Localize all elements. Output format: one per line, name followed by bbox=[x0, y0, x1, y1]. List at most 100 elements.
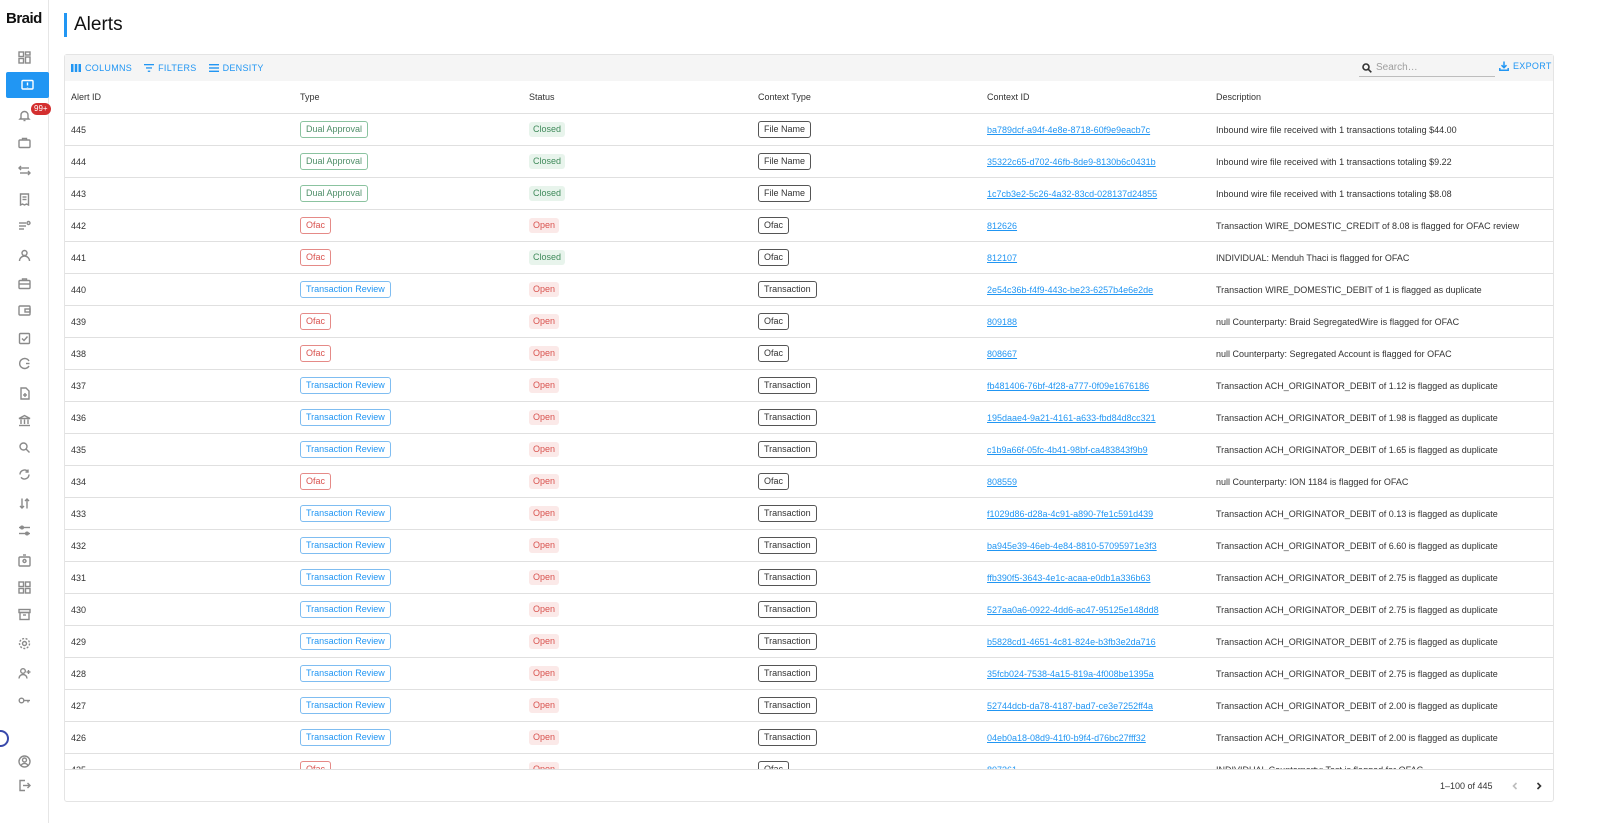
cell-status: Open bbox=[529, 690, 560, 721]
sidebar-item-sort[interactable] bbox=[0, 490, 48, 516]
sidebar-item-transfer[interactable] bbox=[0, 157, 48, 183]
previous-page-button[interactable] bbox=[1508, 779, 1522, 793]
context-id-link[interactable]: 52744dcb-da78-4187-bad7-ce3e7252ff4a bbox=[987, 701, 1153, 711]
search-input[interactable] bbox=[1376, 62, 1486, 73]
context-type-chip: Transaction bbox=[758, 633, 817, 650]
sidebar-item-logout[interactable] bbox=[0, 772, 48, 798]
sidebar-item-receipt[interactable] bbox=[0, 186, 48, 212]
table-row[interactable]: 438 Ofac Open Ofac 808667 null Counterparty: … bbox=[65, 338, 1553, 370]
table-row[interactable]: 444 Dual Approval Closed File Name 35322c65-… bbox=[65, 146, 1553, 178]
column-header-description[interactable]: Description bbox=[1216, 81, 1261, 114]
logout-icon bbox=[18, 779, 31, 791]
column-header-alert-id[interactable]: Alert ID bbox=[71, 81, 101, 114]
sidebar-item-key[interactable] bbox=[0, 687, 48, 713]
sidebar-item-gear[interactable] bbox=[0, 630, 48, 656]
alerts-icon bbox=[21, 79, 34, 90]
cell-status: Open bbox=[529, 626, 560, 657]
status-badge: Open bbox=[529, 634, 560, 649]
table-row[interactable]: 425 Ofac Open Ofac 807361 INDIVIDUAL Counterp… bbox=[65, 754, 1553, 769]
context-id-link[interactable]: fb481406-76bf-4f28-a777-0f09e1676186 bbox=[987, 381, 1149, 391]
table-row[interactable]: 443 Dual Approval Closed File Name 1c7cb3e2-… bbox=[65, 178, 1553, 210]
cell-type: Transaction Review bbox=[300, 594, 391, 625]
table-row[interactable]: 427 Transaction Review Open Transaction 5274… bbox=[65, 690, 1553, 722]
table-row[interactable]: 445 Dual Approval Closed File Name ba789dcf-… bbox=[65, 114, 1553, 146]
sidebar-item-account[interactable] bbox=[0, 748, 48, 774]
context-id-link[interactable]: 1c7cb3e2-5c26-4a32-83cd-028137d24855 bbox=[987, 189, 1157, 199]
alert-id: 440 bbox=[71, 284, 87, 295]
page-header: Alerts bbox=[64, 13, 123, 37]
table-row[interactable]: 429 Transaction Review Open Transaction b582… bbox=[65, 626, 1553, 658]
sidebar-item-user[interactable] bbox=[0, 242, 48, 268]
sidebar-item-dashboard[interactable] bbox=[0, 44, 48, 70]
context-id-link[interactable]: 527aa0a6-0922-4dd6-ac47-95125e148dd8 bbox=[987, 605, 1159, 615]
alert-id: 438 bbox=[71, 348, 87, 359]
density-label: DENSITY bbox=[222, 63, 264, 73]
column-header-type[interactable]: Type bbox=[300, 81, 320, 114]
column-header-context-type[interactable]: Context Type bbox=[758, 81, 811, 114]
table-row[interactable]: 434 Ofac Open Ofac 808559 null Counterparty: … bbox=[65, 466, 1553, 498]
table-row[interactable]: 441 Ofac Closed Ofac 812107 INDIVIDUAL: Mendu… bbox=[65, 242, 1553, 274]
sidebar-item-sync[interactable] bbox=[0, 350, 48, 376]
context-id-link[interactable]: 808559 bbox=[987, 477, 1017, 487]
context-id-link[interactable]: 812107 bbox=[987, 253, 1017, 263]
column-header-status[interactable]: Status bbox=[529, 81, 555, 114]
sidebar-item-archive[interactable] bbox=[0, 601, 48, 627]
context-id-link[interactable]: ba789dcf-a94f-4e8e-8718-60f9e9eacb7c bbox=[987, 125, 1150, 135]
table-row[interactable]: 433 Transaction Review Open Transaction f102… bbox=[65, 498, 1553, 530]
sidebar-item-wallet[interactable] bbox=[0, 297, 48, 323]
context-id-link[interactable]: 04eb0a18-08d9-41f0-b9f4-d76bc27fff32 bbox=[987, 733, 1146, 743]
table-row[interactable]: 440 Transaction Review Open Transaction 2e54… bbox=[65, 274, 1553, 306]
table-row[interactable]: 437 Transaction Review Open Transaction fb48… bbox=[65, 370, 1553, 402]
sidebar-item-file-add[interactable] bbox=[0, 380, 48, 406]
context-id-link[interactable]: 812626 bbox=[987, 221, 1017, 231]
sidebar-item-id-card[interactable] bbox=[0, 547, 48, 573]
context-id-link[interactable]: c1b9a66f-05fc-4b41-98bf-ca483843f9b9 bbox=[987, 445, 1148, 455]
sidebar-item-search[interactable] bbox=[0, 434, 48, 460]
table-row[interactable]: 431 Transaction Review Open Transaction ffb3… bbox=[65, 562, 1553, 594]
cell-context-type: Ofac bbox=[758, 466, 790, 497]
export-button[interactable]: EXPORT bbox=[1499, 61, 1552, 71]
status-ring-icon[interactable] bbox=[0, 730, 9, 747]
table-row[interactable]: 432 Transaction Review Open Transaction ba94… bbox=[65, 530, 1553, 562]
context-id-link[interactable]: ba945e39-46eb-4e84-8810-57095971e3f3 bbox=[987, 541, 1157, 551]
type-chip: Transaction Review bbox=[300, 537, 391, 554]
sidebar-item-add-user[interactable] bbox=[0, 660, 48, 686]
column-header-context-id[interactable]: Context ID bbox=[987, 81, 1030, 114]
context-id-link[interactable]: 809188 bbox=[987, 317, 1017, 327]
sidebar-item-grid[interactable] bbox=[0, 574, 48, 600]
sidebar-item-briefcase[interactable] bbox=[0, 129, 48, 155]
columns-button[interactable]: COLUMNS bbox=[71, 63, 132, 73]
table-row[interactable]: 428 Transaction Review Open Transaction 35fc… bbox=[65, 658, 1553, 690]
table-row[interactable]: 430 Transaction Review Open Transaction 527a… bbox=[65, 594, 1553, 626]
context-id-link[interactable]: b5828cd1-4651-4c81-824e-b3fb3e2da716 bbox=[987, 637, 1156, 647]
cell-type: Ofac bbox=[300, 466, 332, 497]
sidebar-item-alerts[interactable] bbox=[6, 72, 49, 98]
type-chip: Transaction Review bbox=[300, 601, 391, 618]
sidebar-item-bank[interactable] bbox=[0, 407, 48, 433]
context-type-chip: Ofac bbox=[758, 249, 790, 266]
filters-button[interactable]: FILTERS bbox=[144, 63, 196, 73]
table-row[interactable]: 436 Transaction Review Open Transaction 195d… bbox=[65, 402, 1553, 434]
table-row[interactable]: 435 Transaction Review Open Transaction c1b9… bbox=[65, 434, 1553, 466]
context-id-link[interactable]: 35fcb024-7538-4a15-819a-4f008be1395a bbox=[987, 669, 1154, 679]
density-button[interactable]: DENSITY bbox=[208, 63, 264, 73]
cell-status: Open bbox=[529, 402, 560, 433]
table-row[interactable]: 442 Ofac Open Ofac 812626 Transaction WIRE_DO… bbox=[65, 210, 1553, 242]
sidebar-item-list-check[interactable] bbox=[0, 213, 48, 239]
sidebar-item-checklist[interactable] bbox=[0, 325, 48, 351]
sidebar-item-sliders[interactable] bbox=[0, 517, 48, 543]
context-id-link[interactable]: ffb390f5-3643-4e1c-acaa-e0db1a336b63 bbox=[987, 573, 1150, 583]
sidebar-item-portfolio[interactable] bbox=[0, 270, 48, 296]
context-id-link[interactable]: 35322c65-d702-46fb-8de9-8130b6c0431b bbox=[987, 157, 1156, 167]
context-id-link[interactable]: f1029d86-d28a-4c91-a890-7fe1c591d439 bbox=[987, 509, 1153, 519]
next-page-button[interactable] bbox=[1532, 779, 1546, 793]
context-id-link[interactable]: 2e54c36b-f4f9-443c-be23-6257b4e6e2de bbox=[987, 285, 1153, 295]
context-id-link[interactable]: 195daae4-9a21-4161-a633-fbd84d8cc321 bbox=[987, 413, 1156, 423]
table-row[interactable]: 439 Ofac Open Ofac 809188 null Counterparty: … bbox=[65, 306, 1553, 338]
cell-description: Transaction ACH_ORIGINATOR_DEBIT of 6.60… bbox=[1216, 530, 1498, 561]
context-id-link[interactable]: 808667 bbox=[987, 349, 1017, 359]
cell-type: Transaction Review bbox=[300, 722, 391, 753]
sidebar-item-refresh[interactable] bbox=[0, 461, 48, 487]
cell-context-id: 812107 bbox=[987, 242, 1017, 273]
table-row[interactable]: 426 Transaction Review Open Transaction 04eb… bbox=[65, 722, 1553, 754]
